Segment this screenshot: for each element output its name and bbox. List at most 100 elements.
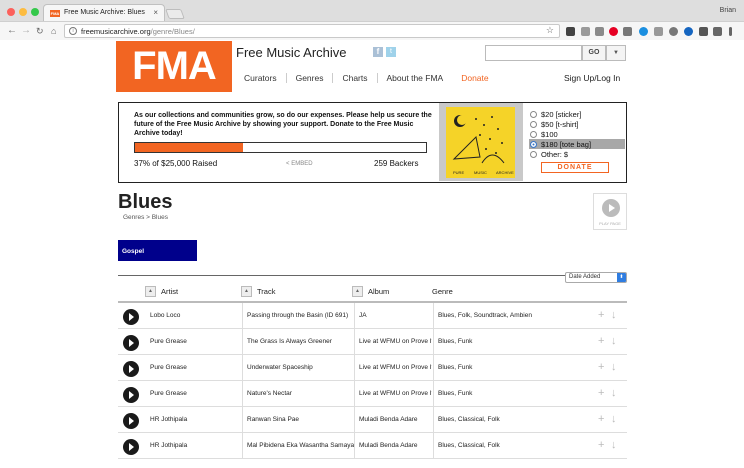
info-icon[interactable]: i xyxy=(69,27,77,35)
track-link[interactable]: Ranwan Sina Pae xyxy=(242,407,354,433)
album-link[interactable]: Muladi Benda Adare xyxy=(354,433,432,459)
artist-link[interactable]: HR Jothipala xyxy=(150,433,240,459)
facebook-icon[interactable]: f xyxy=(373,47,383,57)
radio-button[interactable] xyxy=(530,120,537,128)
add-to-playlist-icon[interactable]: + xyxy=(598,309,604,321)
play-track-icon[interactable] xyxy=(123,309,139,325)
album-link[interactable]: Live at WFMU on Prove It xyxy=(354,329,432,355)
add-to-playlist-icon[interactable]: + xyxy=(598,387,604,399)
download-icon[interactable]: ↓ xyxy=(611,335,617,347)
extension-gray-icon[interactable] xyxy=(581,27,590,36)
donation-option[interactable]: Other: $ xyxy=(529,149,625,159)
artist-link[interactable]: HR Jothipala xyxy=(150,407,240,433)
search-input[interactable] xyxy=(485,45,582,61)
bookmark-star-icon[interactable]: ☆ xyxy=(546,25,554,36)
download-icon[interactable]: ↓ xyxy=(611,387,617,399)
home-icon[interactable]: ⌂ xyxy=(51,25,56,37)
radio-button-selected[interactable] xyxy=(530,140,537,148)
play-track-icon[interactable] xyxy=(123,439,139,455)
play-track-icon[interactable] xyxy=(123,413,139,429)
sort-icon[interactable]: ▲ xyxy=(145,285,156,297)
radio-button[interactable] xyxy=(530,150,537,158)
pocket-icon[interactable] xyxy=(699,27,708,36)
track-link[interactable]: The Grass Is Always Greener xyxy=(242,329,354,355)
add-to-playlist-icon[interactable]: + xyxy=(598,439,604,451)
download-icon[interactable]: ↓ xyxy=(611,439,617,451)
add-to-playlist-icon[interactable]: + xyxy=(598,335,604,347)
track-link[interactable]: Mal Pibidena Eka Wasantha Samayaka xyxy=(242,433,354,459)
forward-icon[interactable]: → xyxy=(21,25,31,37)
track-link[interactable]: Passing through the Basin (ID 691) xyxy=(242,303,354,329)
play-track-icon[interactable] xyxy=(123,335,139,351)
nav-curators[interactable]: Curators xyxy=(236,73,286,83)
nav-about[interactable]: About the FMA xyxy=(376,73,453,83)
donation-option-selected[interactable]: $180 [tote bag] xyxy=(529,139,625,149)
nav-donate[interactable]: Donate xyxy=(452,73,497,83)
extension-layers-icon[interactable] xyxy=(566,27,575,36)
genre-list[interactable]: Blues, Classical, Folk xyxy=(433,433,532,459)
search-options-chevron-down-icon[interactable]: ▼ xyxy=(606,45,626,61)
play-track-icon[interactable] xyxy=(123,387,139,403)
download-icon[interactable]: ↓ xyxy=(611,309,617,321)
new-tab-button[interactable] xyxy=(165,9,185,19)
pinterest-icon[interactable] xyxy=(609,27,618,36)
site-title[interactable]: Free Music Archive xyxy=(236,45,347,60)
signup-login-link[interactable]: Sign Up/Log In xyxy=(564,73,620,83)
genre-list[interactable]: Blues, Funk xyxy=(433,381,532,407)
artist-link[interactable]: Lobo Loco xyxy=(150,303,240,329)
artist-link[interactable]: Pure Grease xyxy=(150,329,240,355)
reload-icon[interactable]: ↻ xyxy=(36,25,44,37)
twitter-icon[interactable]: t xyxy=(386,47,396,57)
nav-genres[interactable]: Genres xyxy=(285,73,333,83)
download-icon[interactable]: ↓ xyxy=(611,361,617,373)
zoom-window-button[interactable] xyxy=(31,8,39,16)
album-link[interactable]: JA xyxy=(354,303,432,329)
album-link[interactable]: Live at WFMU on Prove It xyxy=(354,381,432,407)
add-to-playlist-icon[interactable]: + xyxy=(598,361,604,373)
extension-reader-icon[interactable] xyxy=(595,27,604,36)
column-header-artist[interactable]: ▲ Artist xyxy=(145,284,178,298)
column-header-album[interactable]: ▲ Album xyxy=(352,284,389,298)
search-go-button[interactable]: GO xyxy=(582,45,606,61)
genre-list[interactable]: Blues, Classical, Folk xyxy=(433,407,532,433)
sort-select[interactable]: Date Added ⬍ xyxy=(565,272,627,283)
fma-logo[interactable]: FMA xyxy=(116,41,232,92)
extension-pen-icon[interactable] xyxy=(623,27,632,36)
profile-name[interactable]: Brian xyxy=(720,7,736,14)
sort-icon[interactable]: ▲ xyxy=(241,285,252,297)
sort-icon[interactable]: ▲ xyxy=(352,285,363,297)
donation-option[interactable]: $20 [sticker] xyxy=(529,109,625,119)
extension-blue-icon[interactable] xyxy=(639,27,648,36)
add-to-playlist-icon[interactable]: + xyxy=(598,413,604,425)
artist-link[interactable]: Pure Grease xyxy=(150,355,240,381)
address-bar[interactable]: i freemusicarchive.org/genre/Blues/ ☆ xyxy=(64,24,560,38)
donation-option[interactable]: $50 [t-shirt] xyxy=(529,119,625,129)
album-link[interactable]: Muladi Benda Adare xyxy=(354,407,432,433)
play-page-button[interactable]: PLAY PAGE xyxy=(593,193,627,230)
download-icon[interactable]: ↓ xyxy=(611,413,617,425)
breadcrumb[interactable]: Genres > Blues xyxy=(123,214,168,221)
column-header-track[interactable]: ▲ Track xyxy=(241,284,275,298)
nav-charts[interactable]: Charts xyxy=(332,73,376,83)
track-link[interactable]: Underwater Spaceship xyxy=(242,355,354,381)
radio-button[interactable] xyxy=(530,130,537,138)
radio-button[interactable] xyxy=(530,110,537,118)
artist-link[interactable]: Pure Grease xyxy=(150,381,240,407)
minimize-window-button[interactable] xyxy=(19,8,27,16)
subgenre-gospel[interactable]: Gospel xyxy=(118,240,197,261)
donate-button[interactable]: DONATE xyxy=(541,162,609,173)
tab-close-icon[interactable]: × xyxy=(153,8,158,17)
extension-mail-icon[interactable] xyxy=(713,27,722,36)
browser-tab[interactable]: FMA Free Music Archive: Blues × xyxy=(43,4,165,22)
cast-icon[interactable] xyxy=(654,27,663,36)
genre-list[interactable]: Blues, Folk, Soundtrack, Ambient xyxy=(433,303,532,329)
back-icon[interactable]: ← xyxy=(7,25,17,37)
close-window-button[interactable] xyxy=(7,8,15,16)
album-link[interactable]: Live at WFMU on Prove It xyxy=(354,355,432,381)
extension-clock-icon[interactable] xyxy=(684,27,693,36)
extension-circle-icon[interactable] xyxy=(669,27,678,36)
play-track-icon[interactable] xyxy=(123,361,139,377)
track-link[interactable]: Nature's Nectar xyxy=(242,381,354,407)
donation-option[interactable]: $100 xyxy=(529,129,625,139)
embed-link[interactable]: < EMBED xyxy=(286,161,313,167)
